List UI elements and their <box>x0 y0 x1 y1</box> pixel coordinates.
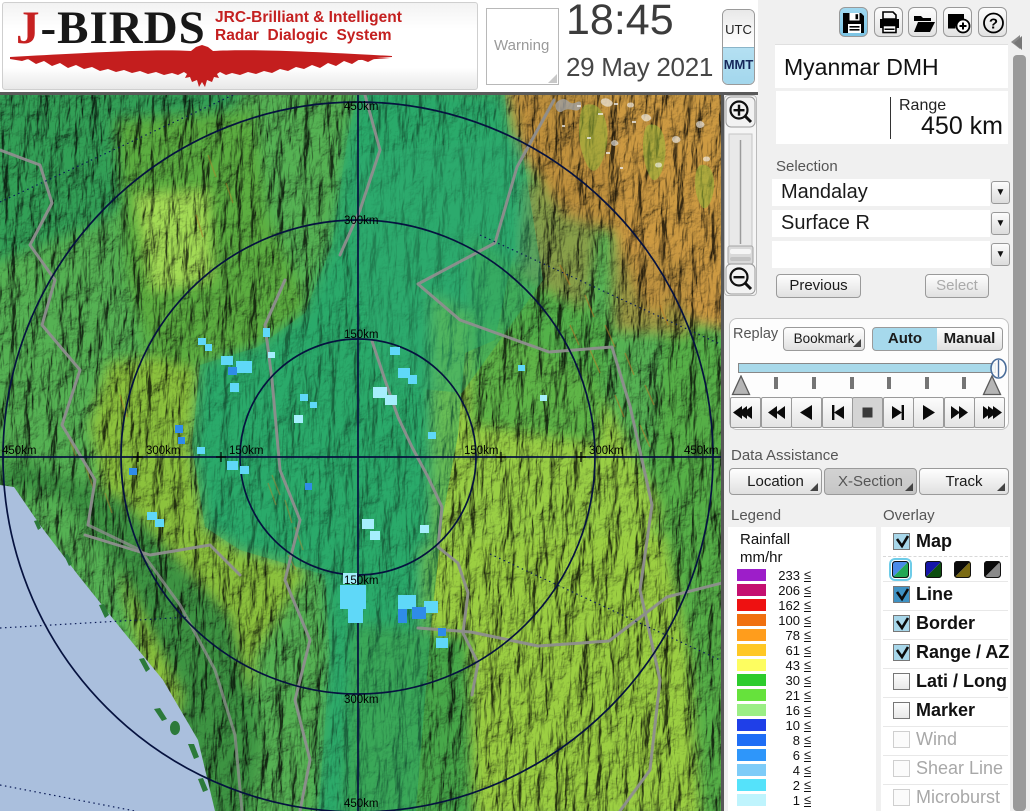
svg-text:450km: 450km <box>684 445 719 457</box>
svg-text:150km: 150km <box>344 575 379 587</box>
svg-text:450km: 450km <box>344 798 379 810</box>
svg-text:450km: 450km <box>2 445 37 457</box>
svg-text:150km: 150km <box>229 445 264 457</box>
svg-text:300km: 300km <box>589 445 624 457</box>
svg-text:150km: 150km <box>464 445 499 457</box>
svg-text:300km: 300km <box>344 215 379 227</box>
svg-text:300km: 300km <box>146 445 181 457</box>
svg-text:450km: 450km <box>344 101 379 113</box>
svg-text:300km: 300km <box>344 694 379 706</box>
svg-text:?: ? <box>989 16 998 33</box>
svg-text:150km: 150km <box>344 329 379 341</box>
